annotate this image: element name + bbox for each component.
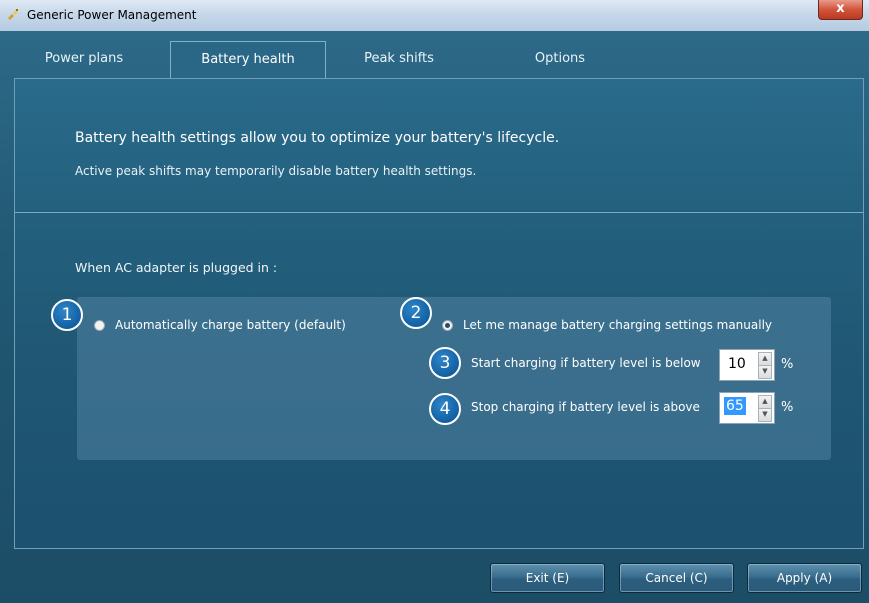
start-charging-unit: %	[781, 357, 794, 372]
stop-charging-unit: %	[781, 400, 794, 415]
description-line-1: Battery health settings allow you to opt…	[75, 130, 560, 146]
close-icon: x	[836, 1, 845, 16]
callout-badge-4: 4	[429, 393, 461, 425]
manual-charge-label[interactable]: Let me manage battery charging settings …	[463, 318, 772, 332]
apply-button[interactable]: Apply (A)	[747, 563, 862, 593]
spin-down-icon[interactable]: ▼	[758, 408, 772, 422]
spin-up-icon[interactable]: ▲	[758, 395, 772, 409]
callout-badge-3: 3	[429, 347, 461, 379]
callout-badge-1: 1	[51, 299, 83, 331]
tab-power-plans[interactable]: Power plans	[14, 41, 154, 79]
tab-battery-health[interactable]: Battery health	[170, 41, 326, 80]
start-charging-label: Start charging if battery level is below	[471, 356, 701, 370]
cancel-button[interactable]: Cancel (C)	[619, 563, 734, 593]
callout-badge-2: 2	[400, 297, 432, 329]
tab-options[interactable]: Options	[492, 41, 628, 79]
start-charging-spinner[interactable]: 10 ▲ ▼	[719, 349, 775, 381]
start-charging-value[interactable]: 10	[726, 356, 748, 372]
tab-label: Options	[534, 51, 586, 66]
battery-health-panel: Battery health settings allow you to opt…	[14, 78, 864, 549]
stop-charging-spinner[interactable]: 65 ▲ ▼	[719, 392, 775, 424]
spin-up-icon[interactable]: ▲	[758, 352, 772, 366]
stop-charging-value[interactable]: 65	[724, 397, 746, 415]
close-button[interactable]: x	[818, 0, 863, 20]
title-bar: Generic Power Management x	[0, 0, 869, 32]
auto-charge-radio[interactable]	[94, 320, 105, 331]
power-plug-icon	[8, 9, 18, 20]
auto-charge-label[interactable]: Automatically charge battery (default)	[115, 318, 346, 332]
tab-label: Power plans	[44, 51, 124, 66]
description-area: Battery health settings allow you to opt…	[15, 79, 863, 213]
ac-section-heading: When AC adapter is plugged in :	[75, 260, 278, 275]
tab-label: Battery health	[201, 52, 295, 67]
tab-peak-shifts[interactable]: Peak shifts	[334, 41, 464, 79]
window-title: Generic Power Management	[27, 8, 197, 22]
description-line-2: Active peak shifts may temporarily disab…	[75, 164, 477, 178]
stop-charging-label: Stop charging if battery level is above	[471, 400, 700, 414]
tab-label: Peak shifts	[364, 51, 434, 66]
spin-down-icon[interactable]: ▼	[758, 365, 772, 379]
manual-charge-radio[interactable]	[442, 320, 453, 331]
exit-button[interactable]: Exit (E)	[490, 563, 605, 593]
